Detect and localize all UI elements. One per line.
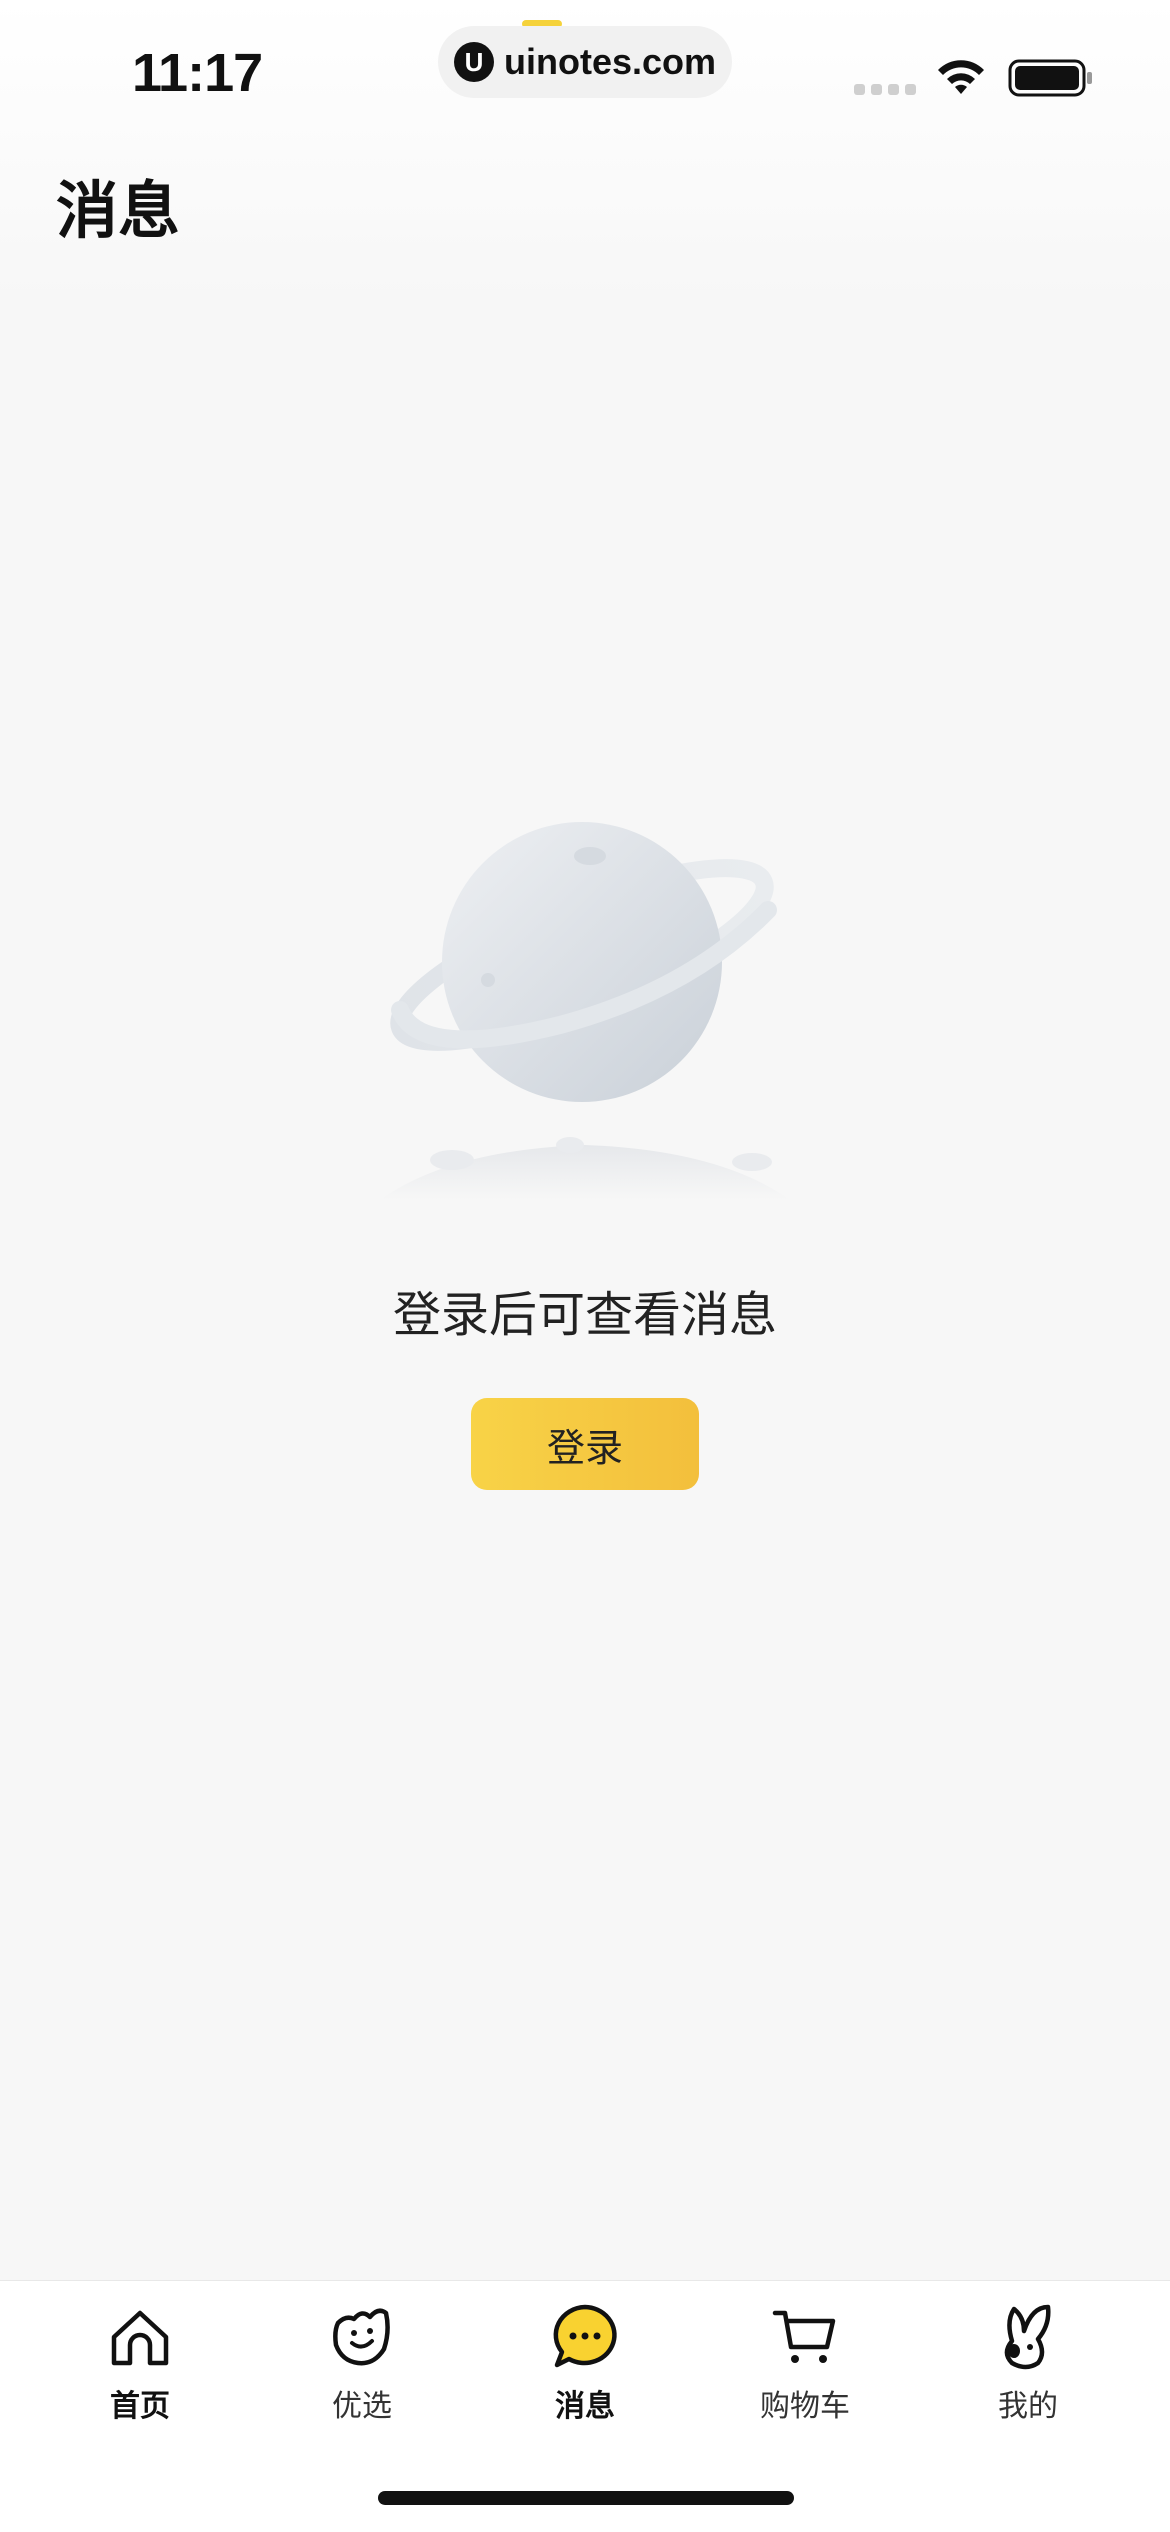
home-indicator[interactable] bbox=[378, 2491, 794, 2505]
page-title: 消息 bbox=[56, 174, 181, 247]
tab-cart[interactable]: 购物车 bbox=[715, 2301, 895, 2441]
cart-icon bbox=[772, 2310, 836, 2363]
status-bar: 11:17 U uinotes.com bbox=[0, 0, 1170, 140]
uinotes-logo-icon: U bbox=[454, 42, 494, 82]
battery-icon bbox=[1008, 59, 1092, 97]
rabbit-icon bbox=[1004, 2304, 1051, 2370]
empty-state-message: 登录后可查看消息 bbox=[392, 1287, 777, 1343]
tab-featured[interactable]: 优选 bbox=[272, 2301, 452, 2441]
planet-icon bbox=[380, 822, 790, 1200]
tab-label-home: 首页 bbox=[110, 2389, 170, 2424]
tab-label-profile: 我的 bbox=[998, 2389, 1058, 2424]
chat-bubble-icon bbox=[553, 2304, 617, 2368]
tab-home[interactable]: 首页 bbox=[50, 2301, 230, 2441]
wifi-icon bbox=[938, 60, 984, 94]
login-button[interactable]: 登录 bbox=[471, 1398, 699, 1490]
logo-letter: U bbox=[464, 46, 484, 77]
tab-label-cart: 购物车 bbox=[760, 2389, 850, 2424]
tab-label-messages: 消息 bbox=[555, 2389, 615, 2424]
tab-label-featured: 优选 bbox=[332, 2389, 392, 2424]
tab-profile[interactable]: 我的 bbox=[938, 2301, 1118, 2441]
url-pill[interactable]: U uinotes.com bbox=[438, 26, 732, 98]
tab-messages[interactable]: 消息 bbox=[495, 2301, 675, 2441]
url-text: uinotes.com bbox=[504, 41, 717, 82]
status-time: 11:17 bbox=[132, 43, 263, 103]
tab-bar: 首页 优选 消息 购物车 我的 bbox=[0, 2280, 1170, 2532]
signal-icon bbox=[854, 84, 916, 95]
bag-face-icon bbox=[333, 2308, 390, 2366]
home-icon bbox=[111, 2310, 169, 2366]
